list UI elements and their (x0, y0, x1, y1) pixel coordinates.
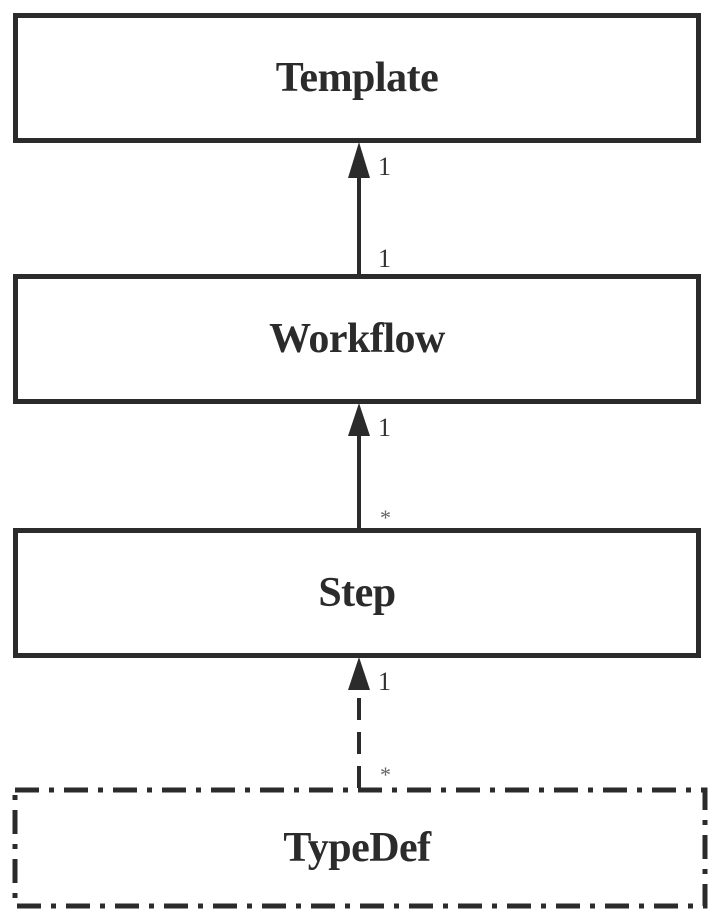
multiplicity-label: 1 (378, 413, 391, 442)
class-box-template[interactable]: Template (13, 13, 701, 143)
class-name: TypeDef (283, 825, 431, 871)
multiplicity-label: 1 (378, 667, 391, 696)
class-name: Workflow (269, 316, 445, 362)
multiplicity-label: 1 (378, 152, 391, 181)
class-box-typedef[interactable]: TypeDef (13, 790, 701, 906)
arrowhead-icon (348, 403, 370, 436)
multiplicity-label: 1 (378, 244, 391, 273)
arrowhead-icon (348, 657, 370, 690)
multiplicity-label: * (380, 505, 391, 530)
class-name: Step (318, 570, 396, 616)
multiplicity-label: * (380, 762, 391, 787)
class-box-workflow[interactable]: Workflow (13, 274, 701, 404)
class-name: Template (275, 55, 439, 101)
arrowhead-icon (348, 142, 370, 178)
class-box-step[interactable]: Step (13, 528, 701, 658)
